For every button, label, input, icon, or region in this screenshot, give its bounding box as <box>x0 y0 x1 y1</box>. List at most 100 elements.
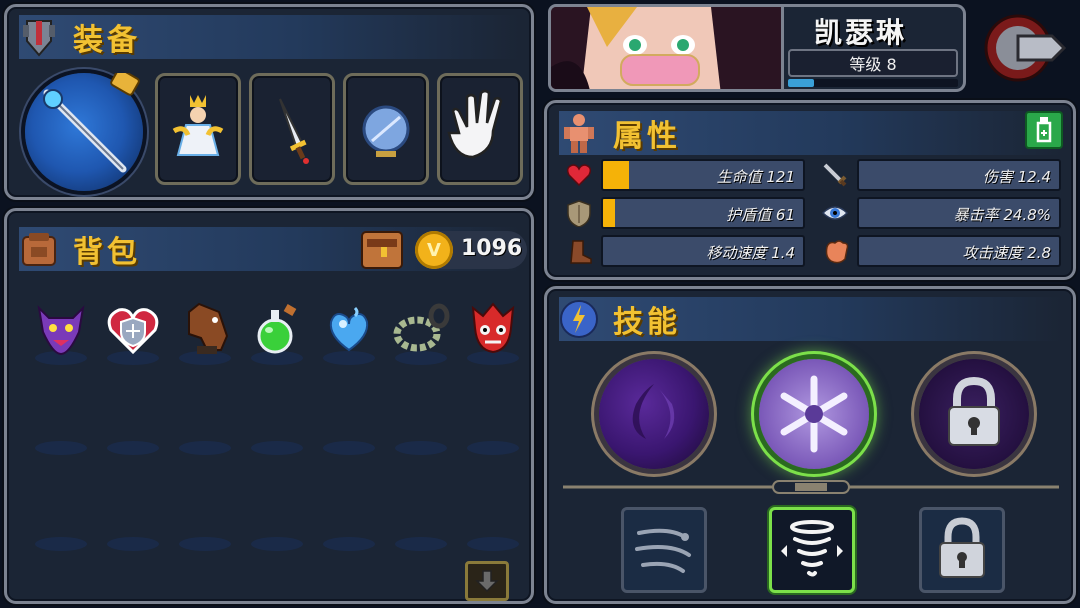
empty-slot[interactable] <box>395 537 447 551</box>
stat-label: 生命值 121 <box>716 168 795 186</box>
weapon-slot[interactable] <box>25 73 143 191</box>
back-button[interactable] <box>980 10 1072 86</box>
stat-bar: 伤害 12.4 <box>857 159 1061 191</box>
empty-slot[interactable] <box>35 441 87 455</box>
attributes-header: 属性 <box>559 111 1061 155</box>
back-arrow-icon <box>984 14 1067 82</box>
wind-dash-skill-icon <box>635 528 691 573</box>
backpack-item[interactable] <box>103 295 163 361</box>
fist-icon <box>819 237 851 265</box>
red-mask-icon <box>471 302 515 354</box>
skills-divider <box>563 479 1059 494</box>
empty-slot[interactable] <box>179 441 231 455</box>
level-label: 等级 8 <box>849 55 897 74</box>
skill-orb-locked[interactable] <box>919 359 1029 469</box>
backpack-item[interactable] <box>247 295 307 361</box>
backpack-item[interactable] <box>319 295 379 361</box>
stat-bar: 移动速度 1.4 <box>601 235 805 267</box>
backpack-icon <box>19 229 59 269</box>
equipment-panel: 装备 <box>4 4 534 200</box>
attributes-title: 属性 <box>613 119 681 154</box>
empty-slot[interactable] <box>323 537 375 551</box>
coin-counter: V 1096 <box>415 231 527 269</box>
skill-orb-dark-flame[interactable] <box>599 359 709 469</box>
equipment-title: 装备 <box>73 23 141 58</box>
character-name: 凯瑟琳 <box>814 16 908 49</box>
empty-slot[interactable] <box>251 537 303 551</box>
stat-label: 移动速度 1.4 <box>706 244 795 262</box>
stat-bar: 生命值 121 <box>601 159 805 191</box>
backpack-item[interactable] <box>463 295 523 361</box>
stat-row: 护盾值 61 <box>561 197 805 229</box>
empty-slot[interactable] <box>323 441 375 455</box>
stat-row: 攻击速度 2.8 <box>817 235 1061 267</box>
stat-row: 移动速度 1.4 <box>561 235 805 267</box>
stat-label: 伤害 12.4 <box>982 168 1051 186</box>
heart-shield-icon <box>107 308 159 355</box>
stat-fill <box>603 199 615 227</box>
equip-slot-figurine[interactable] <box>155 73 241 185</box>
exp-fill <box>788 79 814 87</box>
character-info: 凯瑟琳 等级 8 <box>784 4 966 92</box>
skill-slot-locked[interactable] <box>919 507 1005 593</box>
chain-ring-icon <box>393 303 450 352</box>
body-icon <box>559 113 599 153</box>
exp-bar <box>788 79 958 87</box>
coin-count: 1096 <box>461 236 523 261</box>
empty-slot[interactable] <box>107 441 159 455</box>
lightning-orb-icon <box>559 299 599 339</box>
backpack-item[interactable] <box>175 295 235 361</box>
sword-icon <box>819 161 851 189</box>
stat-fill <box>603 161 629 189</box>
demon-mask-icon <box>37 305 85 356</box>
boot-icon <box>563 237 595 265</box>
stat-label: 攻击速度 2.8 <box>962 244 1051 262</box>
empty-slot[interactable] <box>35 537 87 551</box>
backpack-panel: 背包 V 1096 <box>4 208 534 604</box>
scroll-down-button[interactable] <box>465 561 509 601</box>
lock-icon <box>939 517 985 578</box>
wallet-button[interactable] <box>359 227 405 273</box>
stat-label: 护盾值 61 <box>726 206 795 224</box>
equipment-header: 装备 <box>19 15 519 59</box>
dark-flame-skill-icon <box>632 384 675 439</box>
figurine-icon <box>172 95 224 156</box>
stat-row: 暴击率 24.8% <box>817 197 1061 229</box>
tornado-skill-icon <box>781 520 843 577</box>
empty-slot[interactable] <box>107 537 159 551</box>
glove-icon <box>447 89 503 159</box>
equip-slot-glove[interactable] <box>437 73 523 185</box>
helmet-icon <box>19 17 59 57</box>
skills-header: 技能 <box>559 297 1061 341</box>
equip-slot-dagger[interactable] <box>249 73 335 185</box>
potion-button[interactable] <box>1025 111 1063 149</box>
locked-skill-icon <box>948 376 1000 446</box>
potion-bottle-icon <box>1036 117 1052 143</box>
coin-icon: V <box>415 231 453 269</box>
skill-slot-wind-dash[interactable] <box>621 507 707 593</box>
empty-slot[interactable] <box>467 441 519 455</box>
stat-row: 伤害 12.4 <box>817 159 1061 191</box>
empty-slot[interactable] <box>395 441 447 455</box>
empty-slot[interactable] <box>467 537 519 551</box>
backpack-item[interactable] <box>31 295 91 361</box>
skills-panel: 技能 <box>544 286 1076 604</box>
stat-row: 生命值 121 <box>561 159 805 191</box>
skill-orb-snowflake[interactable] <box>759 359 869 469</box>
shield-icon <box>563 199 595 227</box>
attributes-panel: 属性 生命值 121 伤害 12.4 护盾值 61 暴击率 24.8% 移动速度 1.4… <box>544 100 1076 280</box>
empty-slot[interactable] <box>251 441 303 455</box>
character-portrait <box>548 4 784 92</box>
arrow-down-icon <box>475 570 499 593</box>
empty-slot[interactable] <box>179 537 231 551</box>
level-box: 等级 8 <box>788 49 958 77</box>
skill-slot-tornado[interactable] <box>769 507 855 593</box>
stat-bar: 护盾值 61 <box>601 197 805 229</box>
dagger-icon <box>279 98 309 164</box>
equip-slot-crystal[interactable] <box>343 73 429 185</box>
snowflake-skill-icon <box>780 375 848 453</box>
blue-heart-icon <box>329 306 369 352</box>
wallet-icon <box>361 231 403 269</box>
stat-label: 暴击率 24.8% <box>953 206 1051 224</box>
backpack-item[interactable] <box>391 295 451 361</box>
